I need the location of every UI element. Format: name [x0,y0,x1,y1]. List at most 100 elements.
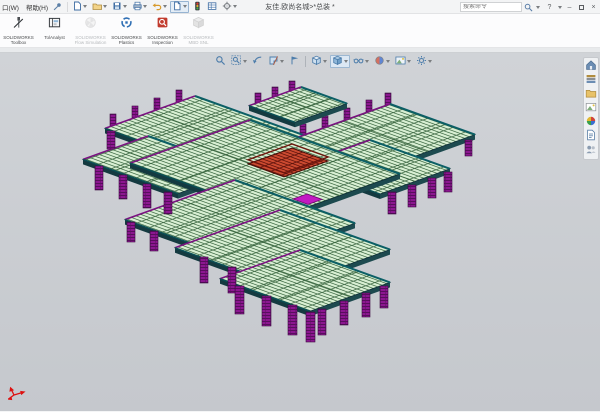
view-settings-icon [416,53,427,71]
print-button[interactable] [130,1,149,13]
plastics-icon [120,16,133,34]
mbd-icon [192,16,205,34]
dynamic-annotation-views-icon [289,53,300,71]
titlebar-right: ?– × [460,1,598,13]
undo-button[interactable] [150,1,169,13]
task-pane [583,57,599,160]
open-folder-icon [92,0,102,16]
addin-label: SOLIDWORKS Plastics [109,35,144,45]
addin-solidworks-toolbox[interactable]: SOLIDWORKS Toolbox [1,15,36,45]
design-table-button[interactable] [205,1,219,13]
caret-down-icon[interactable] [183,5,187,8]
solidworks-window: 口(W) 帮助(H) 友佳.欧尚名城>*总装 * ?–× SOLIDWORKS … [0,0,600,412]
caret-down-icon[interactable] [243,60,247,63]
caret-down-icon[interactable] [103,5,107,8]
heads-up-view-toolbar [213,55,434,68]
divider [67,2,68,12]
addin-label: SOLIDWORKS Inspection [145,35,180,45]
previous-view-button[interactable] [250,55,265,68]
close-button[interactable]: × [589,2,598,13]
caret-down-icon[interactable] [143,5,147,8]
search-box [460,2,522,12]
apply-scene-icon [395,53,406,71]
open-button[interactable] [90,1,109,13]
toolbox-icon [12,16,25,34]
caret-down-icon[interactable] [428,60,432,63]
menu-item-help[interactable]: 帮助(H) [26,2,48,12]
caret-down-icon[interactable] [163,5,167,8]
view-settings-button[interactable] [414,55,434,68]
coordinate-triad-icon [8,385,34,403]
caret-down-icon[interactable] [407,60,411,63]
caret-down-icon[interactable] [323,60,327,63]
addin-solidworks-plastics[interactable]: SOLIDWORKS Plastics [109,15,144,45]
zoom-to-area-icon [231,53,242,71]
addin-solidworks-inspection[interactable]: SOLIDWORKS Inspection [145,15,180,45]
solidworks-forum-icon [585,142,597,160]
caret-down-icon[interactable] [83,5,87,8]
addin-label: SOLIDWORKS Flow Simulation [73,35,108,45]
window-controls: ?– × [545,2,598,13]
title-bar: 口(W) 帮助(H) 友佳.欧尚名城>*总装 * ?–× [0,0,600,14]
apply-scene-button[interactable] [393,55,413,68]
caret-down-icon[interactable] [344,60,348,63]
addin-solidworks-mbd-snl: SOLIDWORKS MBD SNL [181,15,216,45]
search-caret-icon[interactable] [536,6,540,9]
menu-item-window[interactable]: 口(W) [2,2,19,12]
caret-down-icon[interactable] [123,5,127,8]
edit-appearance-button[interactable] [372,55,392,68]
view-orientation-icon [311,53,322,71]
file-properties-button[interactable] [170,1,189,13]
dynamic-annotation-views-button[interactable] [287,55,302,68]
previous-view-icon [252,53,263,71]
caret-down-icon[interactable] [365,60,369,63]
section-view-button[interactable] [266,55,286,68]
zoom-to-area-button[interactable] [229,55,249,68]
caret-down-icon[interactable] [558,6,562,9]
solidworks-forum-tab[interactable] [584,144,598,157]
search-input[interactable] [463,4,519,10]
save-icon [112,0,122,16]
quick-access-toolbar [70,1,239,13]
addin-label: TolAnalyst [44,35,65,40]
hide-show-items-icon [353,53,364,71]
minimize-button[interactable]: – [565,2,574,13]
performance-evaluation-button[interactable] [190,1,204,13]
print-icon [132,0,142,16]
gear-icon [222,0,232,16]
save-button[interactable] [110,1,129,13]
new-document-button[interactable] [70,1,89,13]
search-icon[interactable] [524,2,533,13]
addin-tolanalyst[interactable]: TolAnalyst [37,15,72,40]
tolanalyst-icon [48,16,61,34]
table-icon [207,0,217,16]
options-button[interactable] [220,1,239,13]
caret-down-icon[interactable] [233,5,237,8]
pin-icon[interactable] [53,2,62,11]
restore-button[interactable] [577,2,586,13]
zoom-to-fit-icon [215,53,226,71]
new-document-icon [72,0,82,16]
inspection-icon [156,16,169,34]
edit-appearance-icon [374,53,385,71]
zoom-to-fit-button[interactable] [213,55,228,68]
addin-solidworks-flow-simulation: SOLIDWORKS Flow Simulation [73,15,108,45]
caret-down-icon[interactable] [386,60,390,63]
caret-down-icon[interactable] [280,60,284,63]
divider [305,56,306,67]
menu-bar: 口(W) 帮助(H) [0,2,48,12]
display-style-button[interactable] [330,55,350,68]
restore-icon [579,5,584,10]
graphics-area[interactable] [0,53,600,411]
flow-simulation-icon [84,16,97,34]
addin-label: SOLIDWORKS MBD SNL [181,35,216,45]
display-style-icon [332,53,343,71]
hide-show-items-button[interactable] [351,55,371,68]
file-properties-icon [172,0,182,16]
command-manager-ribbon: SOLIDWORKS Toolbox TolAnalyst SOLIDWORKS F… [0,14,600,48]
view-orientation-button[interactable] [309,55,329,68]
model-3d-view[interactable] [0,53,600,411]
undo-icon [152,0,162,16]
section-view-icon [268,53,279,71]
help-button[interactable]: ? [545,2,554,13]
